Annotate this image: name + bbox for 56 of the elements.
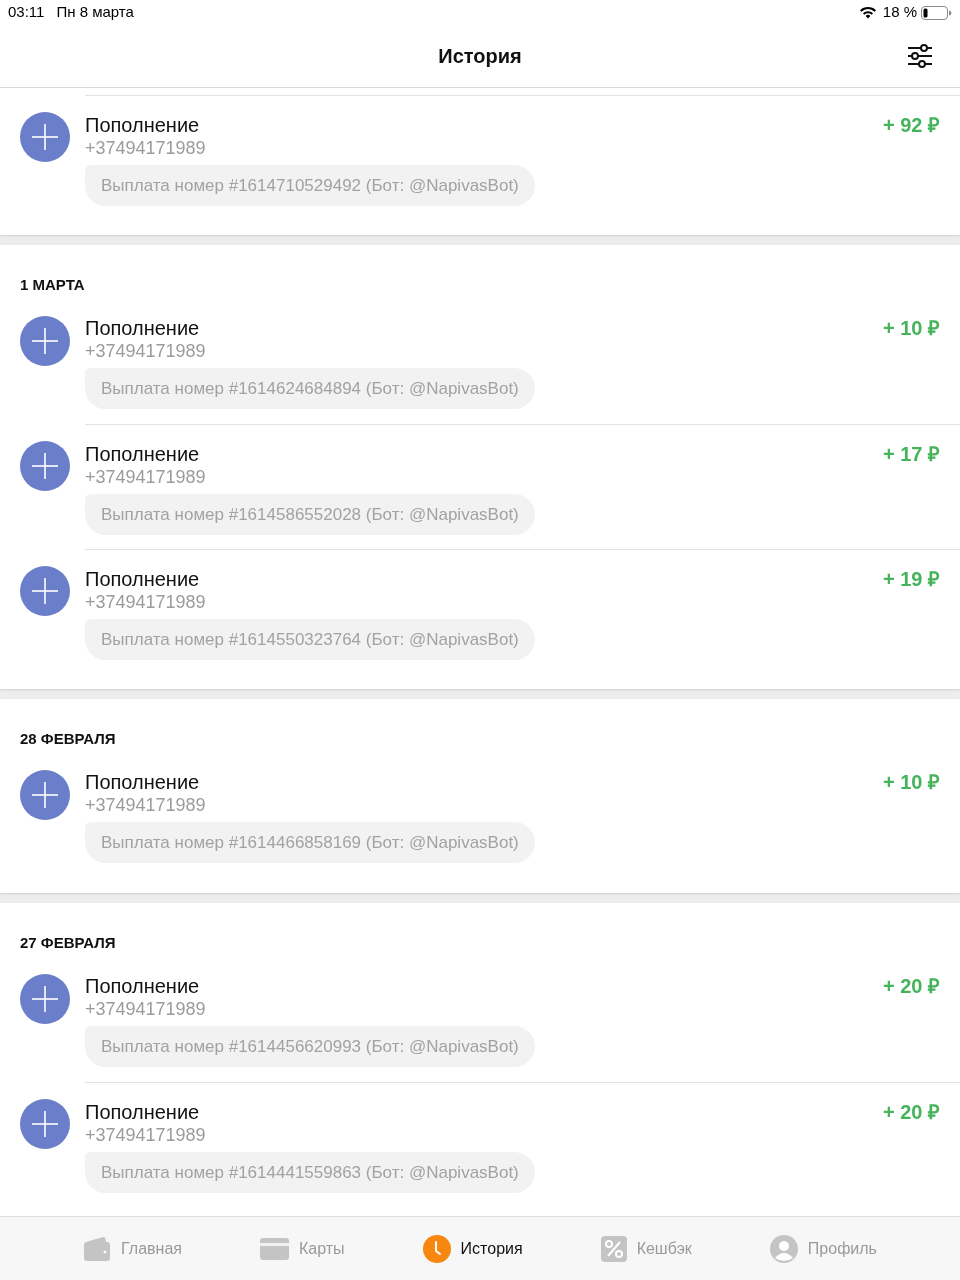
screen-title: История xyxy=(438,44,522,69)
wallet-icon xyxy=(83,1235,112,1262)
date-heading: 1 МАРТА xyxy=(20,276,85,293)
plus-icon xyxy=(20,316,70,366)
phone-number: +37494171989 xyxy=(85,591,206,613)
plus-icon xyxy=(20,974,70,1024)
profile-icon xyxy=(769,1234,798,1263)
operation-title: Пополнение xyxy=(85,974,200,998)
amount: + 19 ₽ xyxy=(882,567,940,591)
amount: + 17 ₽ xyxy=(882,442,940,466)
amount: + 20 ₽ xyxy=(882,974,940,998)
phone-number: +37494171989 xyxy=(85,340,206,362)
battery-percent: 18 % xyxy=(882,2,917,23)
wifi-icon xyxy=(858,6,877,19)
operation-title: Пополнение xyxy=(85,1100,200,1124)
amount: + 92 ₽ xyxy=(882,113,940,137)
amount: + 20 ₽ xyxy=(882,1100,940,1124)
payment-comment: Выплата номер #1614624684894 (Бот: @NapivasBot) xyxy=(85,368,535,409)
payment-comment: Выплата номер #1614586552028 (Бот: @NapivasBot) xyxy=(85,494,535,535)
operation-title: Пополнение xyxy=(85,316,200,340)
phone-number: +37494171989 xyxy=(85,794,206,816)
tab-item[interactable]: Кешбэк xyxy=(600,1235,692,1262)
operation-title: Пополнение xyxy=(85,567,200,591)
payment-comment: Выплата номер #1614456620993 (Бот: @NapivasBot) xyxy=(85,1026,535,1067)
plus-icon xyxy=(20,441,70,491)
clock-icon xyxy=(422,1234,451,1263)
filter-button[interactable] xyxy=(907,44,933,68)
payment-comment: Выплата номер #1614466858169 (Бот: @NapivasBot) xyxy=(85,822,535,863)
tab-item[interactable]: Профиль xyxy=(769,1234,877,1263)
battery-icon xyxy=(921,5,952,20)
tab-item[interactable]: Главная xyxy=(83,1235,182,1262)
plus-icon xyxy=(20,566,70,616)
amount: + 10 ₽ xyxy=(882,770,940,794)
card-icon xyxy=(260,1237,289,1260)
tab-item[interactable]: Карты xyxy=(260,1236,345,1261)
plus-icon xyxy=(20,112,70,162)
operation-title: Пополнение xyxy=(85,770,200,794)
plus-icon xyxy=(20,1099,70,1149)
sliders-icon xyxy=(907,44,933,68)
status-date: Пн 8 марта xyxy=(56,2,134,23)
clock-time: 03:11 xyxy=(8,2,45,23)
tab-item[interactable]: История xyxy=(422,1234,523,1263)
phone-number: +37494171989 xyxy=(85,466,206,488)
date-heading: 27 ФЕВРАЛЯ xyxy=(20,934,116,951)
payment-comment: Выплата номер #1614441559863 (Бот: @NapivasBot) xyxy=(85,1152,535,1193)
payment-comment: Выплата номер #1614710529492 (Бот: @NapivasBot) xyxy=(85,165,535,206)
phone-number: +37494171989 xyxy=(85,137,206,159)
payment-comment: Выплата номер #1614550323764 (Бот: @NapivasBot) xyxy=(85,619,535,660)
date-heading: 28 ФЕВРАЛЯ xyxy=(20,730,116,747)
percent-icon xyxy=(600,1235,627,1262)
amount: + 10 ₽ xyxy=(882,316,940,340)
operation-title: Пополнение xyxy=(85,113,200,137)
plus-icon xyxy=(20,770,70,820)
operation-title: Пополнение xyxy=(85,442,200,466)
phone-number: +37494171989 xyxy=(85,998,206,1020)
phone-number: +37494171989 xyxy=(85,1124,206,1146)
